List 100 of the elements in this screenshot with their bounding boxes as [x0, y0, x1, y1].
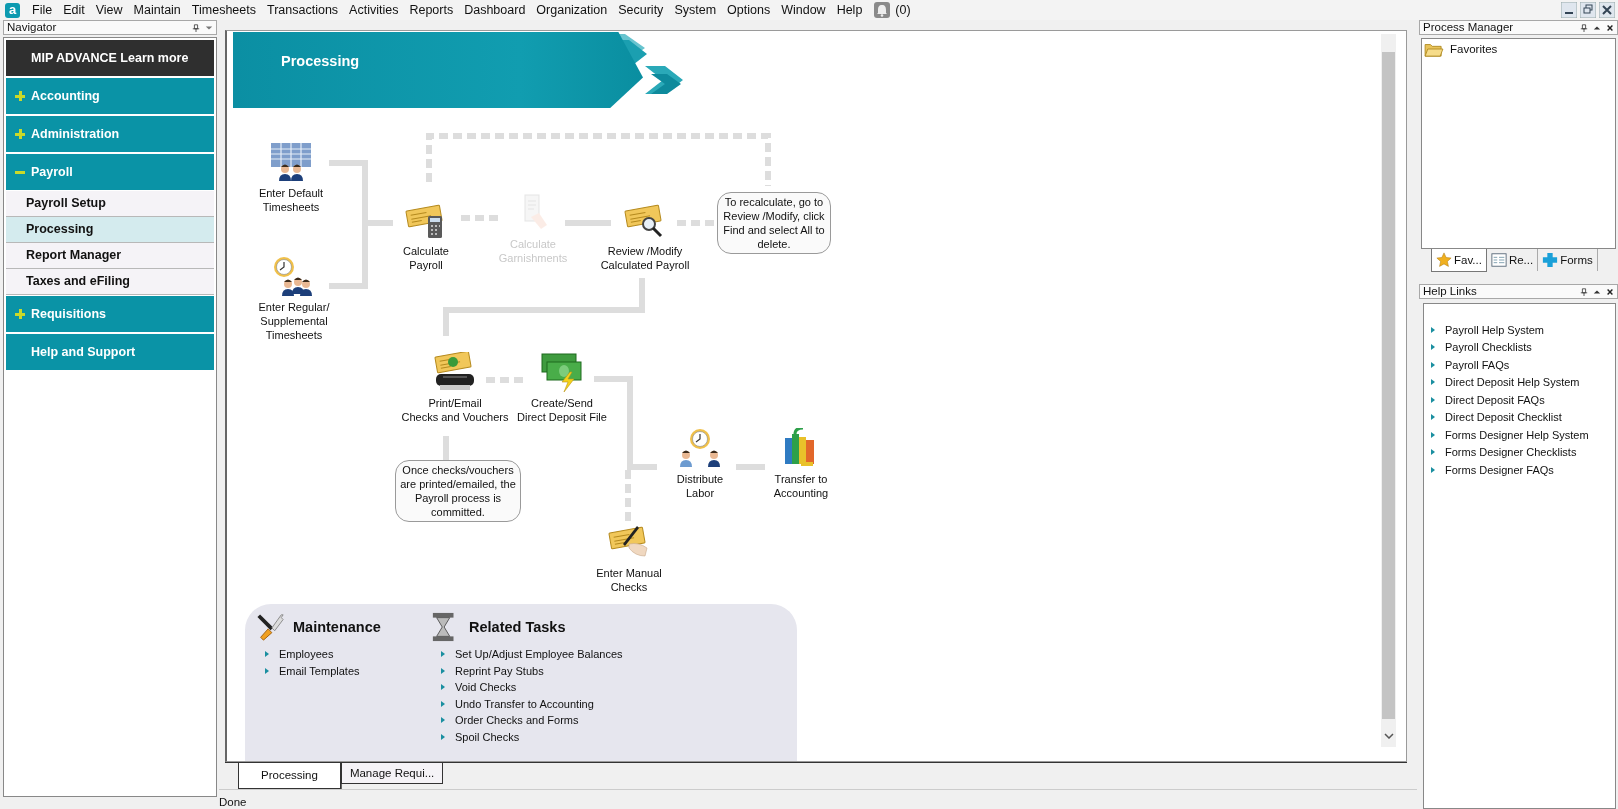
printer-icon[interactable] [433, 352, 477, 392]
task-link[interactable]: Order Checks and Forms [455, 714, 579, 727]
step-label[interactable]: Calculate Payroll [403, 244, 449, 272]
menu-item[interactable]: System [669, 3, 723, 17]
nav-section[interactable]: Requisitions [6, 295, 214, 332]
help-link[interactable]: Forms Designer Help System [1445, 428, 1589, 441]
bullet-icon [441, 667, 445, 674]
page-title: Processing [281, 53, 360, 69]
menu-item[interactable]: View [90, 3, 129, 17]
help-link[interactable]: Direct Deposit FAQs [1445, 393, 1545, 406]
note-callout: To recalculate, go to Review /Modify, click Find and select All to delete. [717, 192, 831, 254]
folder-icon[interactable] [1424, 41, 1444, 57]
help-link[interactable]: Forms Designer FAQs [1445, 463, 1554, 476]
close-button[interactable] [1599, 2, 1615, 18]
help-link[interactable]: Direct Deposit Help System [1445, 376, 1580, 389]
bullet-icon [1431, 396, 1435, 403]
panel-tab[interactable]: Forms [1538, 249, 1598, 271]
connector-line [677, 220, 715, 226]
help-link[interactable]: Payroll Help System [1445, 323, 1545, 336]
clock-people-icon[interactable] [678, 428, 722, 468]
step-label[interactable]: Transfer to Accounting [773, 472, 829, 500]
close-icon[interactable] [1606, 23, 1614, 32]
help-link[interactable]: Direct Deposit Checklist [1445, 411, 1562, 424]
nav-item[interactable]: Taxes and eFiling [6, 269, 214, 295]
step-label[interactable]: Enter Default Timesheets [258, 186, 324, 214]
nav-section-label[interactable]: Payroll [31, 165, 73, 179]
help-link[interactable]: Forms Designer Checklists [1445, 446, 1577, 459]
connector-line [486, 377, 524, 383]
restore-button[interactable] [1580, 2, 1596, 18]
list-icon [1490, 252, 1507, 268]
pin-icon[interactable] [1580, 287, 1588, 296]
connector-line [461, 215, 501, 221]
menu-item[interactable]: Help [831, 3, 869, 17]
panel-tab[interactable]: Re... [1486, 249, 1539, 271]
bullet-icon [441, 700, 445, 707]
nav-section[interactable]: Administration [6, 115, 214, 152]
money-icon[interactable] [540, 352, 584, 392]
wrench-screwdriver-icon [255, 612, 285, 642]
menu-item[interactable]: Organization [531, 3, 614, 17]
nav-item[interactable]: Processing [6, 217, 214, 243]
step-label[interactable]: Enter Regular/ Supplemental Timesheets [258, 300, 330, 342]
app-logo: a [5, 2, 20, 18]
menu-item[interactable]: Activities [344, 3, 405, 17]
document-tab[interactable]: Processing [238, 763, 341, 789]
minimize-button[interactable] [1561, 2, 1577, 18]
menu-item[interactable]: Reports [404, 3, 460, 17]
pin-icon[interactable] [1580, 23, 1588, 32]
step-label[interactable]: Create/Send Direct Deposit File [517, 396, 607, 424]
task-link[interactable]: Employees [279, 648, 334, 661]
menu-item[interactable]: Dashboard [459, 3, 532, 17]
menu-item[interactable]: Transactions [262, 3, 345, 17]
bullet-icon [1431, 379, 1435, 386]
step-label[interactable]: Distribute Labor [676, 472, 724, 500]
nav-section-label[interactable]: Requisitions [31, 307, 106, 321]
panel-tab[interactable]: Fav... [1431, 249, 1487, 272]
menu-item[interactable]: Options [722, 3, 777, 17]
nav-section[interactable]: Payroll [6, 153, 214, 190]
bullet-icon [1431, 414, 1435, 421]
pin-icon[interactable] [192, 23, 200, 32]
step-label[interactable]: Review /Modify Calculated Payroll [600, 244, 690, 272]
tree-item[interactable]: Favorites [1450, 43, 1498, 55]
nav-section[interactable]: Help and Support [6, 333, 214, 370]
task-link[interactable]: Set Up/Adjust Employee Balances [455, 648, 623, 661]
promo-banner[interactable]: MIP ADVANCE Learn more [6, 40, 214, 76]
menu-item[interactable]: Window [776, 3, 832, 17]
star-icon [1436, 252, 1452, 268]
task-link[interactable]: Void Checks [455, 681, 517, 694]
task-link[interactable]: Reprint Pay Stubs [455, 664, 544, 677]
task-link[interactable]: Undo Transfer to Accounting [455, 697, 594, 710]
step-label[interactable]: Enter Manual Checks [596, 566, 662, 594]
nav-item[interactable]: Report Manager [6, 243, 214, 269]
note-callout: Once checks/vouchers are printed/emailed, the Payroll process is committed. [395, 460, 521, 522]
help-link[interactable]: Payroll Checklists [1445, 341, 1532, 354]
bullet-icon [1431, 449, 1435, 456]
bullet-icon [441, 733, 445, 740]
nav-item[interactable]: Payroll Setup [6, 191, 214, 217]
menu-item[interactable]: Security [613, 3, 670, 17]
bullet-icon [1431, 344, 1435, 351]
bullet-icon [1431, 326, 1435, 333]
menu-item[interactable]: File [27, 3, 59, 17]
close-icon[interactable] [1606, 287, 1614, 296]
connector-line [736, 464, 765, 470]
task-link[interactable]: Spoil Checks [455, 730, 520, 743]
menu-item[interactable]: Maintain [128, 3, 187, 17]
notification-count[interactable]: (0) [895, 3, 911, 17]
nav-section-label[interactable]: Accounting [31, 89, 100, 103]
nav-section[interactable]: Accounting [6, 77, 214, 114]
help-link[interactable]: Payroll FAQs [1445, 358, 1510, 371]
nav-section-label[interactable]: Administration [31, 127, 120, 141]
bell-icon[interactable] [874, 2, 891, 18]
timesheet-icon[interactable] [269, 142, 313, 182]
status-text: Done [219, 796, 247, 808]
task-link[interactable]: Email Templates [279, 664, 360, 677]
step-label[interactable]: Print/Email Checks and Vouchers [401, 396, 509, 424]
menu-item[interactable]: Timesheets [186, 3, 262, 17]
document-tab[interactable]: Manage Requi... [340, 763, 444, 784]
plus-icon [1542, 252, 1559, 268]
scroll-bar[interactable] [1381, 34, 1396, 747]
bullet-icon [265, 667, 269, 674]
menu-item[interactable]: Edit [58, 3, 91, 17]
